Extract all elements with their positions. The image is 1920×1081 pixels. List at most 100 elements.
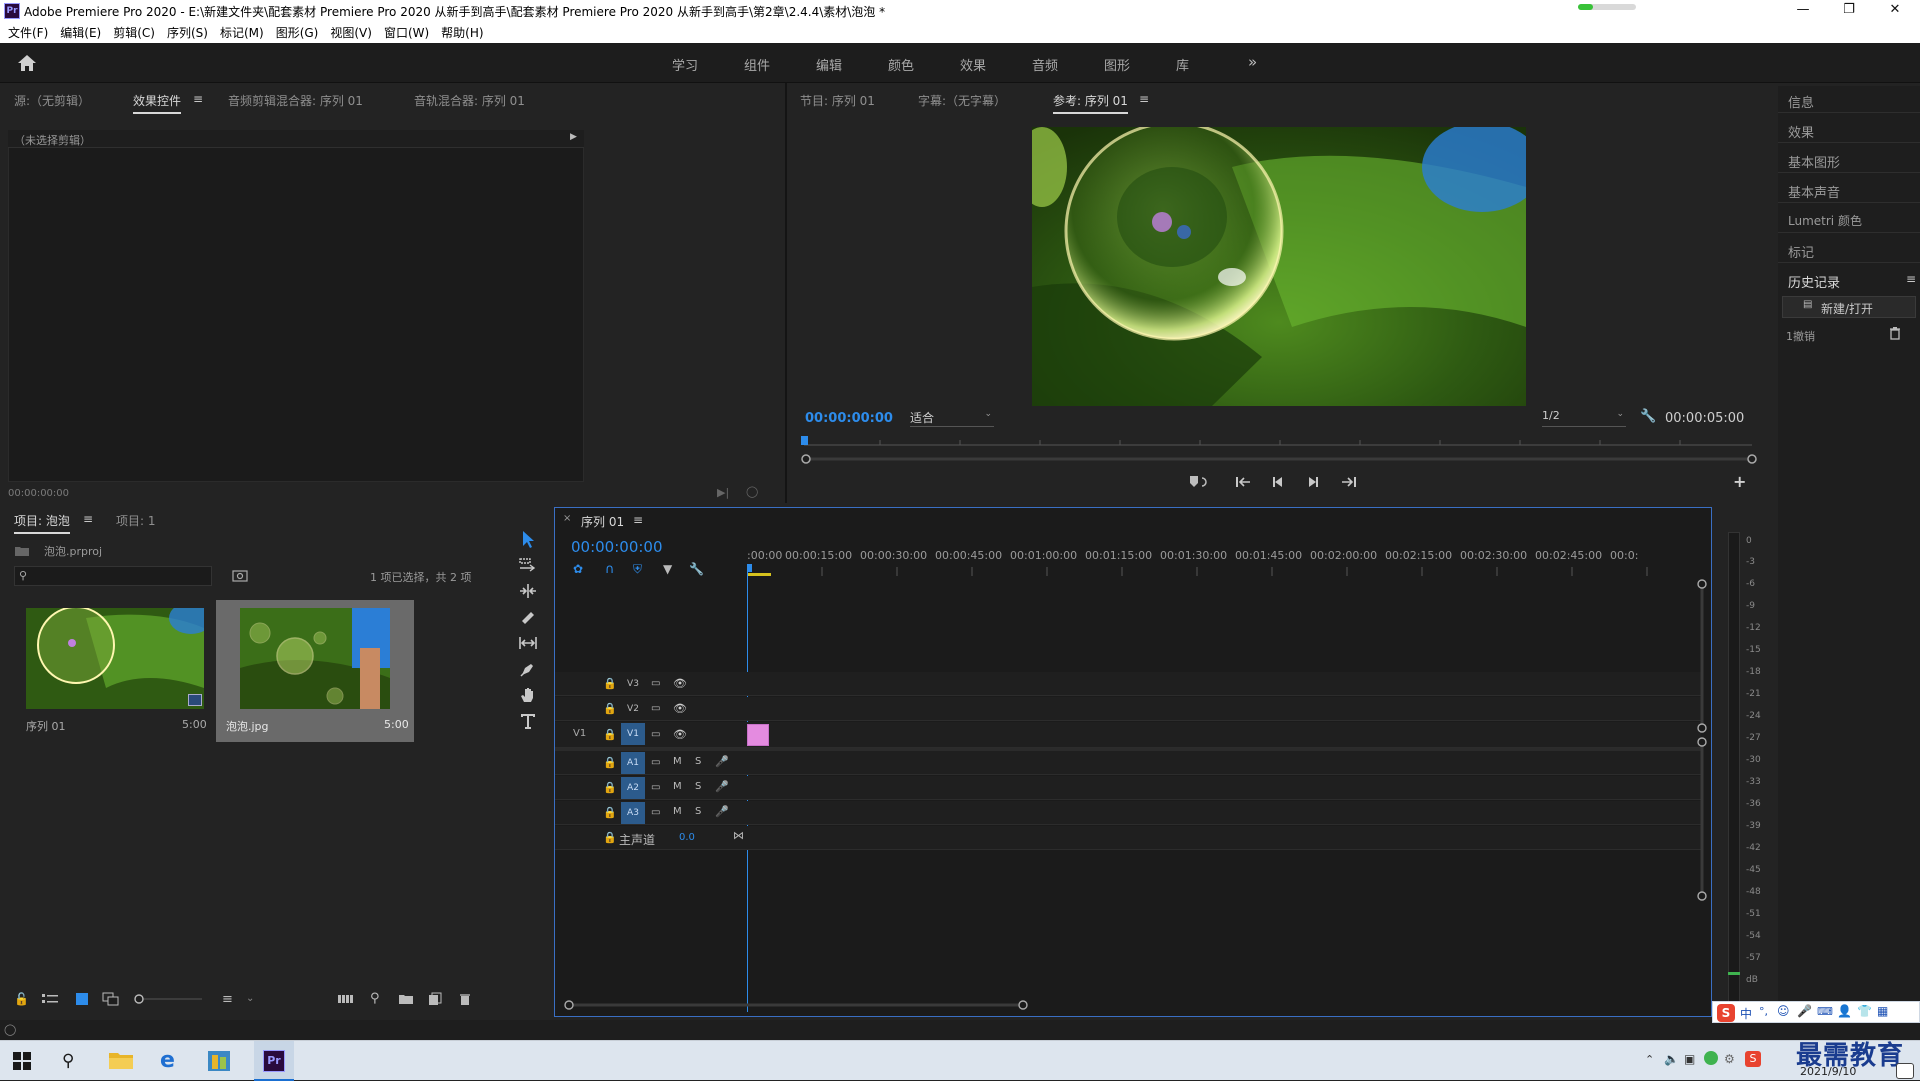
new-bin-icon[interactable] [398, 992, 414, 1006]
lock-icon[interactable]: 🔒 [603, 756, 617, 769]
menu-help[interactable]: 帮助(H) [435, 22, 489, 41]
nest-toggle-icon[interactable]: ✿ [573, 562, 583, 576]
step-forward-icon[interactable] [1305, 474, 1321, 490]
workspace-color[interactable]: 颜色 [888, 55, 914, 74]
menu-sequence[interactable]: 序列(S) [161, 22, 214, 41]
minimize-icon[interactable]: — [1780, 0, 1826, 22]
microphone-icon[interactable]: 🎤 [1797, 1004, 1812, 1018]
menu-file[interactable]: 文件(F) [0, 22, 54, 41]
snap-magnet-icon[interactable]: ∩ [605, 562, 615, 577]
track-label-v3[interactable]: V3 [625, 676, 641, 692]
history-menu-icon[interactable]: ≡ [1906, 272, 1916, 286]
source-patch-v1[interactable]: V1 [573, 728, 586, 739]
list-view-icon[interactable] [42, 993, 58, 1005]
panel-markers[interactable]: 标记 [1788, 242, 1814, 261]
tab-captions[interactable]: 字幕:（无字幕） [918, 92, 1006, 109]
workspace-libraries[interactable]: 库 [1176, 55, 1189, 74]
ripple-edit-tool-icon[interactable] [518, 581, 538, 601]
workspace-learn[interactable]: 学习 [672, 55, 698, 74]
step-back-icon[interactable] [1270, 474, 1286, 490]
track-label-a2[interactable]: A2 [621, 777, 645, 799]
track-select-tool-icon[interactable] [518, 555, 538, 575]
search-icon[interactable]: ⚲ [62, 1051, 74, 1071]
sync-lock-icon[interactable]: ▭ [651, 757, 660, 768]
project-menu-icon[interactable]: ≡ [83, 512, 93, 526]
panel-essential-sound[interactable]: 基本声音 [1788, 182, 1840, 201]
wrench-icon[interactable]: 🔧 [1640, 409, 1656, 424]
fit-dropdown[interactable]: 适合 ⌄ [910, 409, 994, 427]
close-tab-icon[interactable]: × [563, 513, 571, 524]
go-to-out-icon[interactable] [1340, 474, 1358, 490]
ime-mode[interactable]: 中 [1740, 1005, 1752, 1022]
panel-menu-icon[interactable]: ≡ [193, 92, 203, 106]
tab-sequence[interactable]: 序列 01 [581, 513, 624, 530]
hand-tool-icon[interactable] [518, 685, 538, 705]
history-entry[interactable]: ▤ 新建/打开 [1782, 296, 1916, 318]
tab-project-1[interactable]: 项目: 1 [116, 512, 156, 529]
sogou-tray-icon[interactable]: S [1745, 1051, 1761, 1067]
close-icon[interactable]: ✕ [1872, 0, 1918, 22]
project-item-sequence[interactable]: 序列 01 5:00 [20, 600, 210, 740]
panel-effects[interactable]: 效果 [1788, 122, 1814, 141]
solo-button[interactable]: S [695, 781, 701, 792]
workspace-assembly[interactable]: 组件 [744, 55, 770, 74]
keyboard-icon[interactable]: ⌨ [1817, 1005, 1833, 1018]
type-tool-icon[interactable] [518, 711, 538, 731]
slip-tool-icon[interactable] [518, 633, 538, 653]
menu-markers[interactable]: 标记(M) [214, 22, 270, 41]
track-label-a1[interactable]: A1 [621, 752, 645, 774]
menu-edit[interactable]: 编辑(E) [54, 22, 107, 41]
microphone-icon[interactable]: 🎤 [715, 805, 729, 818]
network-icon[interactable]: ▣ [1684, 1052, 1695, 1066]
timeline-ruler[interactable]: :00:00 00:00:15:00 00:00:30:00 00:00:45:… [747, 544, 1707, 576]
sync-lock-icon[interactable]: ▭ [651, 703, 660, 714]
menu-view[interactable]: 视图(V) [324, 22, 378, 41]
sync-lock-icon[interactable]: ▭ [651, 782, 660, 793]
track-label-v1[interactable]: V1 [621, 723, 645, 745]
selection-tool-icon[interactable] [518, 529, 538, 549]
tray-app-icon[interactable]: ⚙ [1724, 1052, 1735, 1066]
security-icon[interactable] [1704, 1051, 1718, 1065]
program-menu-icon[interactable]: ≡ [1139, 92, 1149, 106]
panel-lumetri-color[interactable]: Lumetri 颜色 [1788, 212, 1862, 229]
tab-program[interactable]: 节目: 序列 01 [800, 92, 875, 109]
eye-icon[interactable]: 👁 [673, 677, 687, 690]
tab-effect-controls[interactable]: 效果控件 [133, 92, 182, 114]
emoji-icon[interactable]: ☺ [1777, 1004, 1790, 1018]
eye-icon[interactable]: 👁 [673, 702, 687, 715]
tab-source[interactable]: 源:（无剪辑） [14, 92, 90, 109]
mute-button[interactable]: M [673, 806, 682, 817]
premiere-taskbar-button[interactable]: Pr [254, 1041, 294, 1081]
new-search-bin-icon[interactable] [232, 568, 248, 582]
microphone-icon[interactable]: 🎤 [715, 780, 729, 793]
linked-selection-icon[interactable]: ⛨ [633, 562, 642, 577]
effect-controls-area[interactable] [8, 130, 584, 482]
razor-tool-icon[interactable] [518, 607, 538, 627]
track-v3[interactable] [555, 672, 1701, 696]
user-icon[interactable]: 👤 [1837, 1004, 1852, 1018]
go-to-end-icon[interactable]: ⋈ [733, 829, 744, 842]
zoom-slider[interactable] [134, 993, 204, 1005]
mute-button[interactable]: M [673, 756, 682, 767]
filter-icon[interactable]: ▶| [717, 486, 729, 499]
home-icon[interactable] [16, 53, 38, 73]
volume-icon[interactable]: 🔈 [1664, 1052, 1679, 1066]
add-button-icon[interactable]: + [1733, 472, 1746, 491]
tab-reference[interactable]: 参考: 序列 01 [1053, 92, 1128, 114]
tab-project[interactable]: 项目: 泡泡 [14, 512, 70, 534]
export-frame-icon[interactable]: ◯ [746, 485, 758, 498]
tray-expand-icon[interactable]: ⌃ [1645, 1053, 1654, 1066]
icon-view-icon[interactable] [76, 993, 88, 1005]
program-current-timecode[interactable]: 00:00:00:00 [805, 411, 893, 426]
menu-window[interactable]: 窗口(W) [378, 22, 435, 41]
solo-button[interactable]: S [695, 756, 701, 767]
chevron-down-icon[interactable]: ⌄ [246, 993, 254, 1004]
taskbar-date[interactable]: 2021/9/10 [1800, 1065, 1856, 1078]
skin-icon[interactable]: 👕 [1857, 1004, 1872, 1018]
panel-essential-graphics[interactable]: 基本图形 [1788, 152, 1840, 171]
lock-icon[interactable]: 🔓 [14, 992, 29, 1006]
go-to-in-icon[interactable] [1234, 474, 1252, 490]
track-v2[interactable] [555, 697, 1701, 721]
pen-tool-icon[interactable] [518, 659, 538, 679]
sync-lock-icon[interactable]: ▭ [651, 678, 660, 689]
